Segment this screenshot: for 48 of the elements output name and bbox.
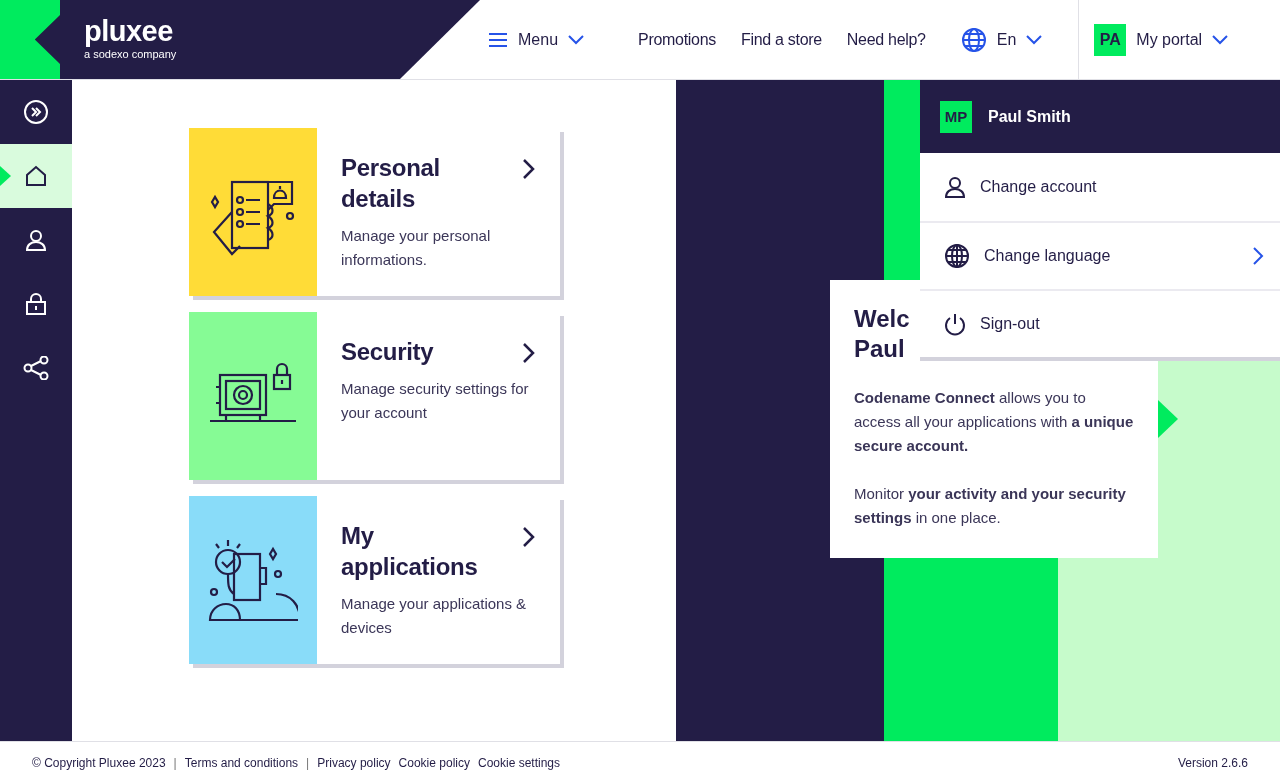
language-button[interactable]: En xyxy=(960,26,1043,53)
copyright-text: © Copyright Pluxee 2023 xyxy=(32,755,166,770)
chevron-right-icon xyxy=(522,342,536,364)
arrow-marker-icon xyxy=(1158,400,1178,438)
welcome-title: Welc xyxy=(854,304,910,334)
card-title: Security xyxy=(341,337,435,367)
globe-icon xyxy=(960,26,987,53)
avatar: PA xyxy=(1094,23,1127,56)
footer-separator: | xyxy=(306,755,310,770)
welcome-title: Paul xyxy=(854,334,905,364)
footer-link[interactable]: Cookie policy xyxy=(398,755,470,770)
home-icon xyxy=(24,165,48,187)
card-title: My applications xyxy=(341,521,479,582)
footer-link[interactable]: Cookie settings xyxy=(477,755,560,770)
expand-icon xyxy=(23,99,49,125)
avatar: MP xyxy=(940,100,972,133)
chevron-right-icon xyxy=(522,158,536,180)
chevron-right-icon xyxy=(522,526,536,548)
card-title: Personal details xyxy=(341,153,441,214)
user-icon xyxy=(25,229,47,251)
menu-button[interactable]: Menu xyxy=(488,30,585,49)
power-icon xyxy=(944,312,966,336)
version-text: Version 2.6.6 xyxy=(1177,755,1248,770)
footer-separator: | xyxy=(173,755,177,770)
menu-icon xyxy=(488,31,508,48)
footer-link[interactable]: Privacy policy xyxy=(317,755,391,770)
chevron-down-icon xyxy=(1212,34,1229,45)
share-icon xyxy=(23,356,49,380)
lock-icon xyxy=(25,292,47,316)
sidebar-item[interactable] xyxy=(0,144,72,208)
nav-link[interactable]: Need help? xyxy=(846,30,926,49)
globe-icon xyxy=(944,243,970,269)
card-description: Manage security settings for your account xyxy=(341,379,530,423)
welcome-paragraph: Codename Connect allows you to access all your applications with a unique secure account. xyxy=(854,388,1134,456)
chevron-down-icon xyxy=(568,34,585,45)
footer-link[interactable]: Terms and conditions xyxy=(184,755,299,770)
user-icon xyxy=(944,176,966,198)
nav-link[interactable]: Find a store xyxy=(740,30,822,49)
card-description: Manage your applications & devices xyxy=(341,594,528,638)
logo[interactable]: pluxee xyxy=(84,16,177,46)
user-name: Paul Smith xyxy=(988,107,1071,126)
card-description: Manage your personal informations. xyxy=(341,226,492,270)
chevron-down-icon xyxy=(1026,34,1043,45)
nav-link[interactable]: Promotions xyxy=(638,30,716,49)
logo-tagline: a sodexo company xyxy=(84,48,177,60)
chevron-right-icon xyxy=(1252,246,1264,266)
welcome-paragraph: Monitor your activity and your security settings in one place. xyxy=(854,484,1127,528)
portal-button[interactable]: PA My portal xyxy=(1078,0,1280,79)
